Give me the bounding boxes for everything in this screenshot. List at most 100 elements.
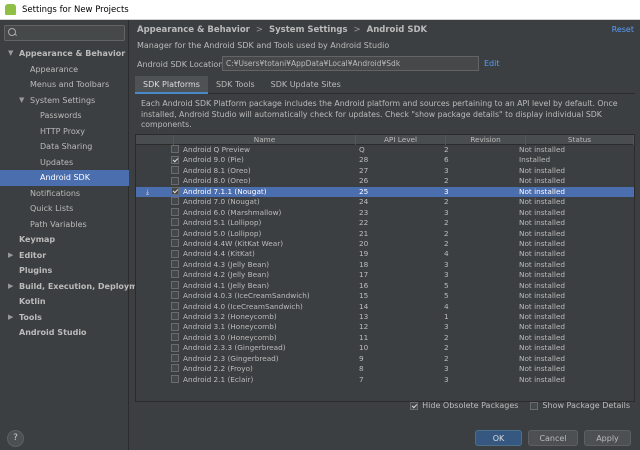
platform-checkbox[interactable] [171,228,179,237]
table-row[interactable]: Android 2.3.3 (Gingerbread) 10 2 Not instal… [136,343,634,353]
platform-checkbox[interactable] [171,280,179,289]
sidebar-item[interactable]: Passwords [0,108,129,124]
platform-checkbox[interactable] [171,364,179,373]
table-row[interactable]: Android 7.0 (Nougat) 24 2 Not installed [136,197,634,207]
platform-checkbox[interactable] [171,197,179,206]
reset-link[interactable]: Reset [612,25,634,34]
platform-checkbox[interactable] [171,218,179,227]
expand-arrow-icon[interactable]: ▼ [8,46,13,62]
sidebar-item[interactable]: Android SDK [0,170,129,186]
platform-name-cell[interactable]: Android 4.4 (KitKat) [171,249,356,259]
table-row[interactable]: Android 4.3 (Jelly Bean) 18 3 Not installed [136,260,634,270]
help-button[interactable]: ? [7,430,24,447]
collapse-arrow-icon[interactable]: ▶ [8,310,13,326]
sidebar-item[interactable]: Quick Lists [0,201,129,217]
platform-name-cell[interactable]: Android 4.3 (Jelly Bean) [171,260,356,270]
platform-name-cell[interactable]: Android 9.0 (Pie) [171,155,356,165]
platform-name-cell[interactable]: Android 2.2 (Froyo) [171,364,356,374]
sidebar-item[interactable]: Android Studio [0,325,129,341]
platform-name-cell[interactable]: Android 7.1.1 (Nougat) [171,187,356,197]
search-icon[interactable] [8,28,22,38]
table-row[interactable]: Android 8.0 (Oreo) 26 2 Not installed [136,176,634,186]
table-row[interactable]: Android Q Preview Q 2 Not installed [136,145,634,155]
sidebar-item[interactable]: ▼ Appearance & Behavior [0,46,129,62]
settings-search[interactable] [4,25,125,41]
platform-name-cell[interactable]: Android 7.0 (Nougat) [171,197,356,207]
tab-sdk-update-sites[interactable]: SDK Update Sites [263,76,349,94]
platform-checkbox[interactable] [171,301,179,310]
table-row[interactable]: Android 6.0 (Marshmallow) 23 3 Not installe… [136,208,634,218]
platform-checkbox[interactable] [171,207,179,216]
table-row[interactable]: Android 8.1 (Oreo) 27 3 Not installed [136,166,634,176]
platform-name-cell[interactable]: Android 5.1 (Lollipop) [171,218,356,228]
hide-obsolete-option[interactable]: Hide Obsolete Packages [410,401,518,410]
platform-checkbox[interactable] [171,166,179,175]
hide-obsolete-checkbox[interactable] [410,401,419,410]
table-row[interactable]: Android 4.0.3 (IceCreamSandwich) 15 5 Not i… [136,291,634,301]
platform-name-cell[interactable]: Android 6.0 (Marshmallow) [171,208,356,218]
column-header-status[interactable]: Status [526,135,634,145]
search-input[interactable] [22,28,122,38]
platform-checkbox[interactable] [171,155,179,164]
table-row[interactable]: Android 4.4 (KitKat) 19 4 Not installed [136,249,634,259]
platform-name-cell[interactable]: Android 5.0 (Lollipop) [171,229,356,239]
platform-name-cell[interactable]: Android 3.1 (Honeycomb) [171,322,356,332]
platform-name-cell[interactable]: Android 2.3 (Gingerbread) [171,354,356,364]
table-row[interactable]: Android 2.1 (Eclair) 7 3 Not installed [136,375,634,385]
table-row[interactable]: Android 3.2 (Honeycomb) 13 1 Not installed [136,312,634,322]
show-details-option[interactable]: Show Package Details [530,401,630,410]
table-row[interactable]: Android 2.3 (Gingerbread) 9 2 Not installed [136,354,634,364]
table-row[interactable]: Android 5.0 (Lollipop) 21 2 Not installed [136,229,634,239]
sidebar-item[interactable]: Appearance [0,62,129,78]
table-row[interactable]: Android 4.1 (Jelly Bean) 16 5 Not installed [136,281,634,291]
ok-button[interactable]: OK [475,430,522,446]
sidebar-item[interactable]: Plugins [0,263,129,279]
platform-checkbox[interactable] [171,260,179,269]
sdk-location-field[interactable] [222,56,479,71]
collapse-arrow-icon[interactable]: ▶ [8,248,13,264]
table-row[interactable]: Android 2.2 (Froyo) 8 3 Not installed [136,364,634,374]
sidebar-item[interactable]: ▶ Build, Execution, Deployment [0,279,152,295]
table-row[interactable]: Android 4.4W (KitKat Wear) 20 2 Not install… [136,239,634,249]
platform-checkbox[interactable] [171,312,179,321]
platform-checkbox[interactable] [171,374,179,383]
platform-checkbox[interactable] [171,176,179,185]
platform-checkbox[interactable] [171,343,179,352]
sidebar-item[interactable]: ▶ Editor [0,248,129,264]
show-details-checkbox[interactable] [530,401,539,410]
platform-name-cell[interactable]: Android 8.1 (Oreo) [171,166,356,176]
platform-checkbox[interactable] [171,322,179,331]
platform-checkbox[interactable] [171,353,179,362]
platform-name-cell[interactable]: Android 8.0 (Oreo) [171,176,356,186]
sidebar-item[interactable]: Data Sharing [0,139,129,155]
column-header-revision[interactable]: Revision [446,135,526,145]
column-header-api-level[interactable]: API Level [356,135,446,145]
platform-checkbox[interactable] [171,333,179,342]
table-row[interactable]: Android 5.1 (Lollipop) 22 2 Not installed [136,218,634,228]
tab-sdk-platforms[interactable]: SDK Platforms [135,76,208,94]
apply-button[interactable]: Apply [584,430,631,446]
cancel-button[interactable]: Cancel [528,430,578,446]
platform-name-cell[interactable]: Android 3.2 (Honeycomb) [171,312,356,322]
platform-name-cell[interactable]: Android 4.1 (Jelly Bean) [171,281,356,291]
table-row[interactable]: Android 4.2 (Jelly Bean) 17 3 Not installed [136,270,634,280]
sidebar-item[interactable]: ▶ Tools [0,310,129,326]
platform-name-cell[interactable]: Android 4.4W (KitKat Wear) [171,239,356,249]
platform-checkbox[interactable] [171,249,179,258]
platform-name-cell[interactable]: Android 3.0 (Honeycomb) [171,333,356,343]
expand-arrow-icon[interactable]: ▼ [19,93,24,109]
platform-name-cell[interactable]: Android 4.2 (Jelly Bean) [171,270,356,280]
platform-name-cell[interactable]: Android 2.3.3 (Gingerbread) [171,343,356,353]
sidebar-item[interactable]: ▼ System Settings [0,93,129,109]
table-row[interactable]: Android 3.0 (Honeycomb) 11 2 Not installed [136,333,634,343]
column-header-name[interactable]: Name [174,135,356,145]
collapse-arrow-icon[interactable]: ▶ [8,279,13,295]
tab-sdk-tools[interactable]: SDK Tools [208,76,263,94]
sidebar-item[interactable]: Kotlin [0,294,129,310]
platform-name-cell[interactable]: Android 4.0.3 (IceCreamSandwich) [171,291,356,301]
platform-name-cell[interactable]: Android 2.1 (Eclair) [171,375,356,385]
sidebar-item[interactable]: Updates [0,155,129,171]
platform-checkbox[interactable] [171,239,179,248]
table-row[interactable]: ⤓ Android 7.1.1 (Nougat) 25 3 Not installed [136,186,634,198]
sidebar-item[interactable]: Keymap [0,232,129,248]
